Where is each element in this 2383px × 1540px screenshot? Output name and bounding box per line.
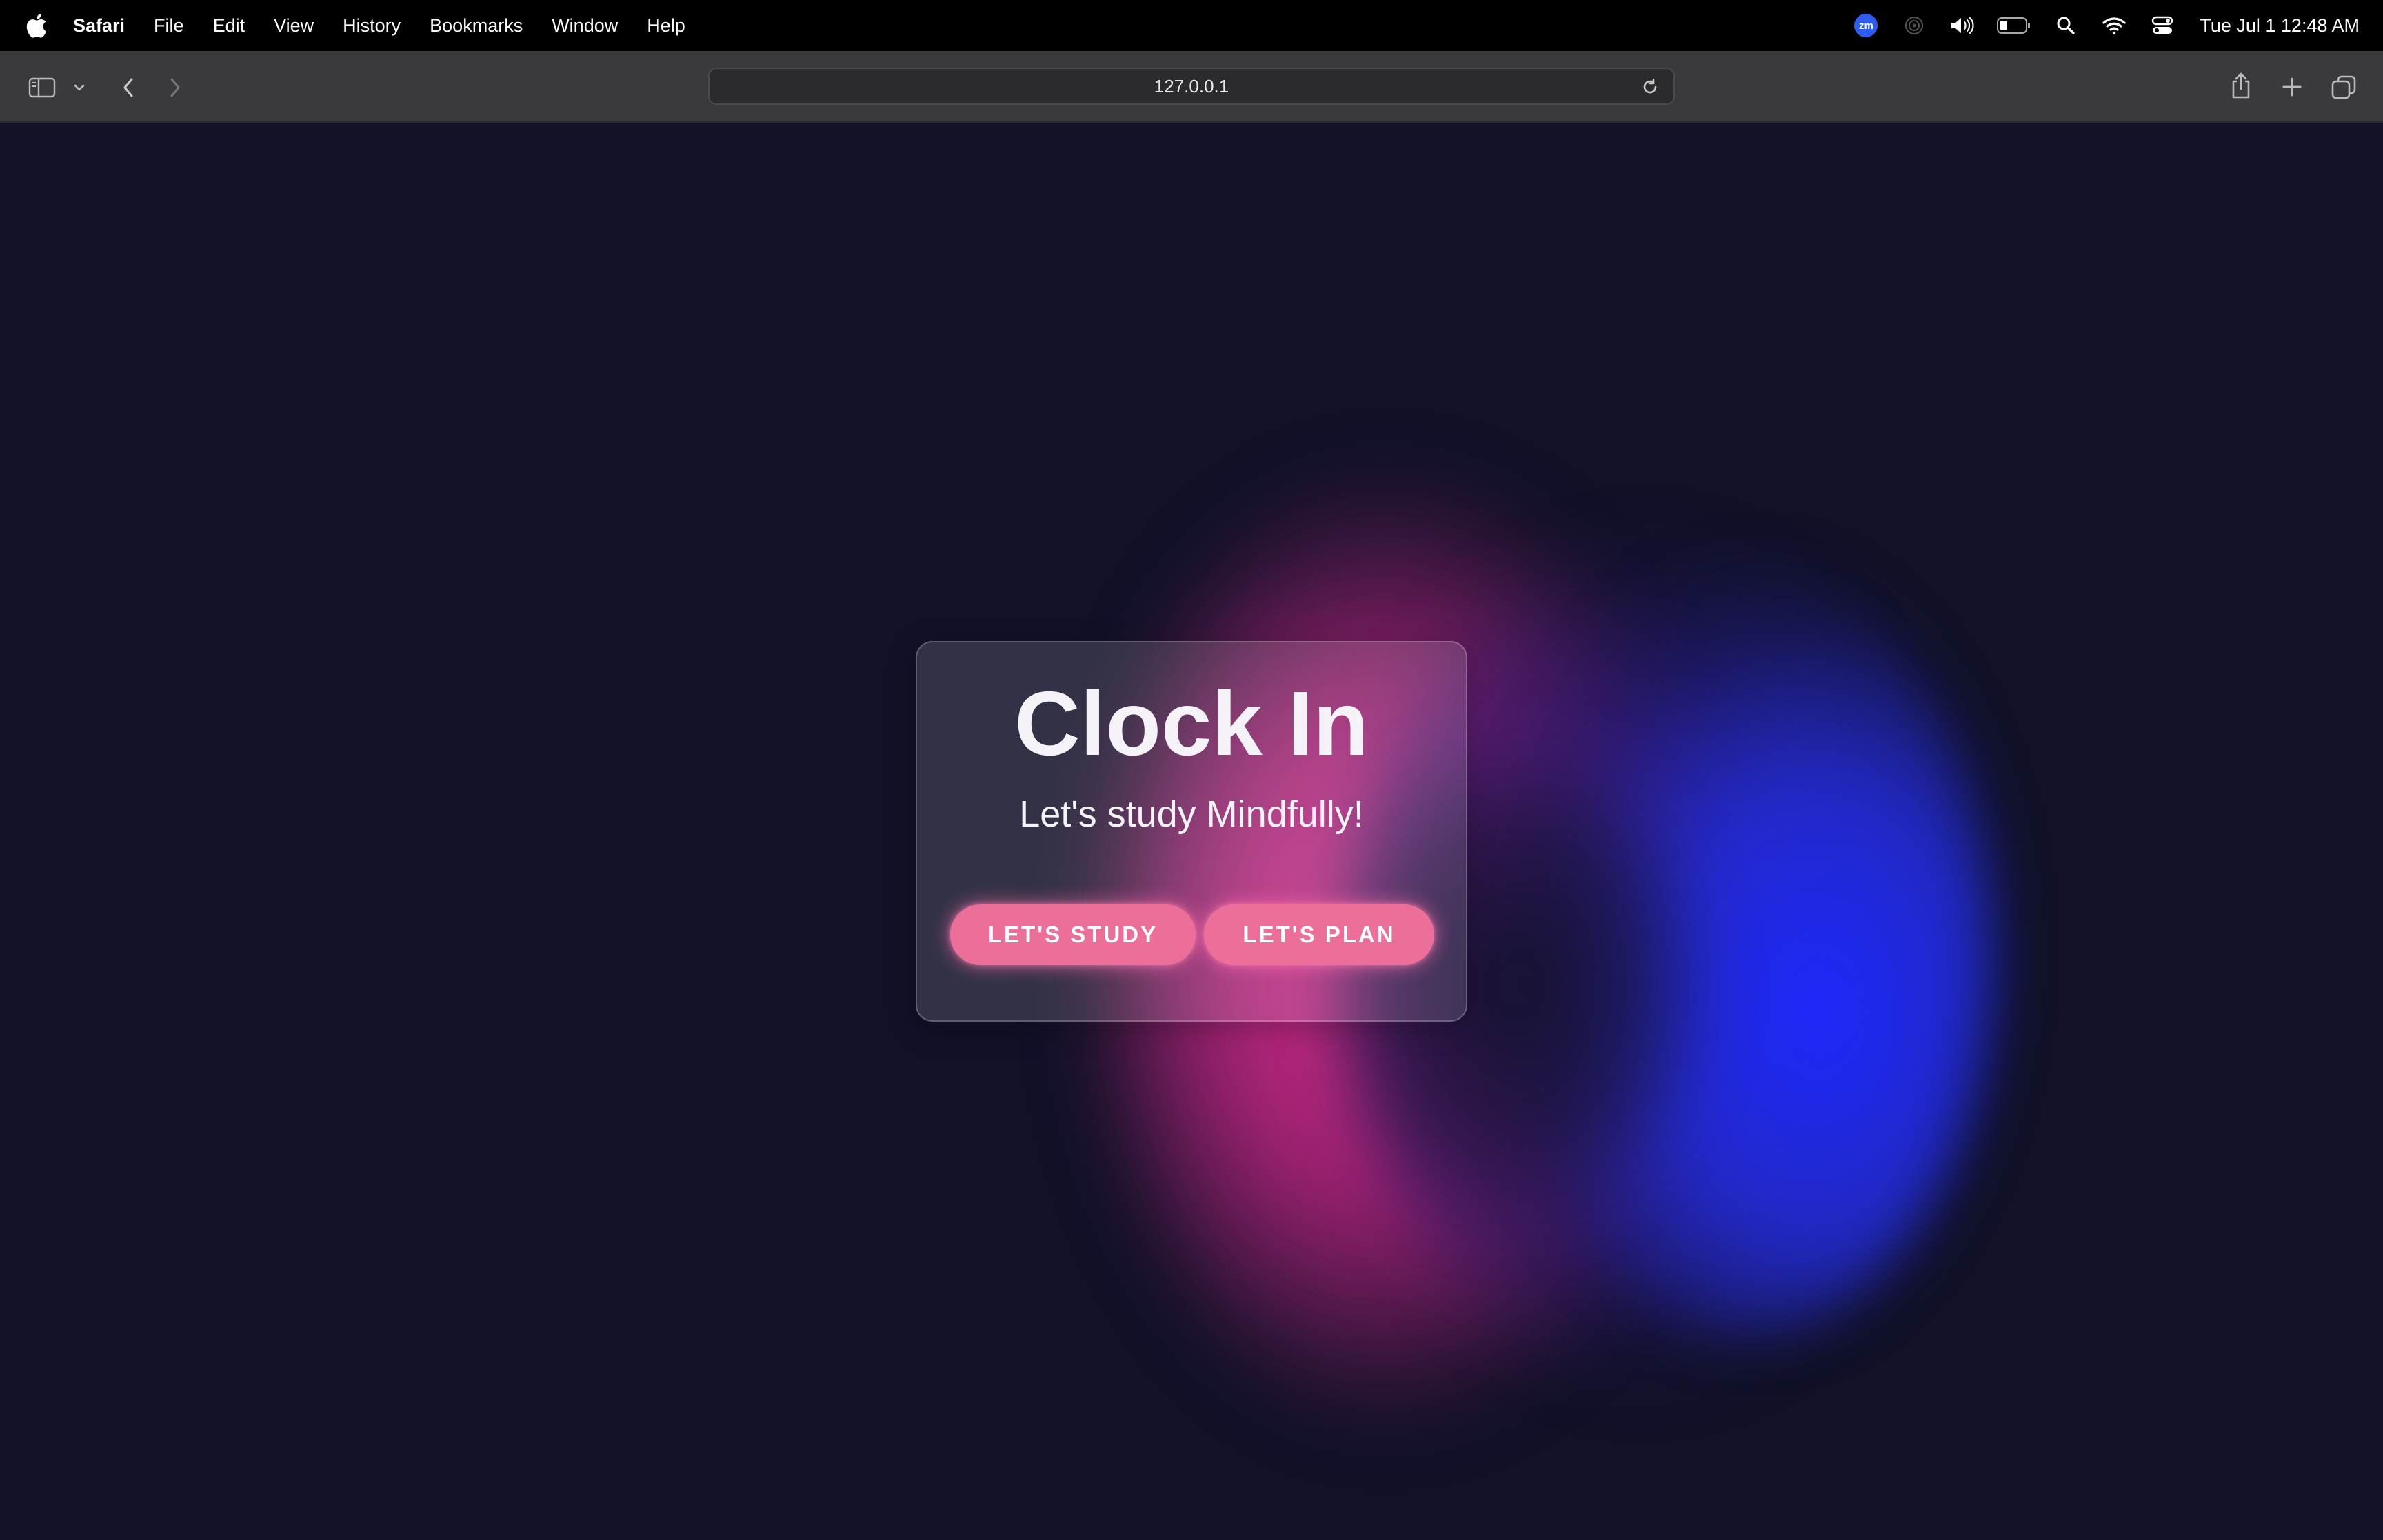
- address-text: 127.0.0.1: [1154, 75, 1229, 97]
- address-bar[interactable]: 127.0.0.1: [708, 68, 1675, 105]
- menu-bookmarks[interactable]: Bookmarks: [430, 15, 523, 37]
- back-icon[interactable]: [114, 72, 142, 103]
- airdrop-icon[interactable]: [1900, 12, 1928, 39]
- chevron-down-icon[interactable]: [70, 79, 88, 97]
- lets-plan-button[interactable]: LET'S PLAN: [1204, 904, 1434, 965]
- menu-app-name[interactable]: Safari: [73, 15, 125, 37]
- menu-window[interactable]: Window: [552, 15, 618, 37]
- forward-icon[interactable]: [161, 72, 189, 103]
- spotlight-search-icon[interactable]: [2052, 12, 2080, 39]
- status-area: zm Tue Jul 1 12:48 AM: [1831, 0, 2360, 51]
- tab-overview-icon[interactable]: [2328, 72, 2360, 103]
- zoom-badge: zm: [1854, 14, 1878, 37]
- zoom-icon[interactable]: zm: [1852, 12, 1880, 39]
- menu-help[interactable]: Help: [647, 15, 685, 37]
- page-title: Clock In: [1014, 673, 1369, 774]
- wifi-icon[interactable]: [2100, 12, 2128, 39]
- lets-study-button[interactable]: LET'S STUDY: [950, 904, 1196, 965]
- reload-icon[interactable]: [1639, 76, 1661, 98]
- menu-clock[interactable]: Tue Jul 1 12:48 AM: [2200, 15, 2360, 37]
- share-icon[interactable]: [2226, 68, 2256, 103]
- menu-file[interactable]: File: [154, 15, 184, 37]
- menu-bar: Safari File Edit View History Bookmarks …: [0, 0, 2383, 51]
- control-center-icon[interactable]: [2149, 12, 2176, 39]
- page-subtitle: Let's study Mindfully!: [1019, 793, 1364, 835]
- glass-card: Clock In Let's study Mindfully! LET'S ST…: [916, 641, 1467, 1022]
- battery-icon[interactable]: [1997, 12, 2031, 39]
- browser-toolbar: 127.0.0.1: [0, 51, 2383, 123]
- apple-menu-icon[interactable]: [25, 12, 48, 39]
- menu-edit[interactable]: Edit: [213, 15, 245, 37]
- sidebar-toggle-icon[interactable]: [26, 72, 58, 103]
- menu-view[interactable]: View: [274, 15, 314, 37]
- new-tab-icon[interactable]: [2277, 72, 2307, 102]
- menu-history[interactable]: History: [343, 15, 401, 37]
- page-viewport: Clock In Let's study Mindfully! LET'S ST…: [0, 123, 2383, 1540]
- volume-icon[interactable]: [1949, 12, 1976, 39]
